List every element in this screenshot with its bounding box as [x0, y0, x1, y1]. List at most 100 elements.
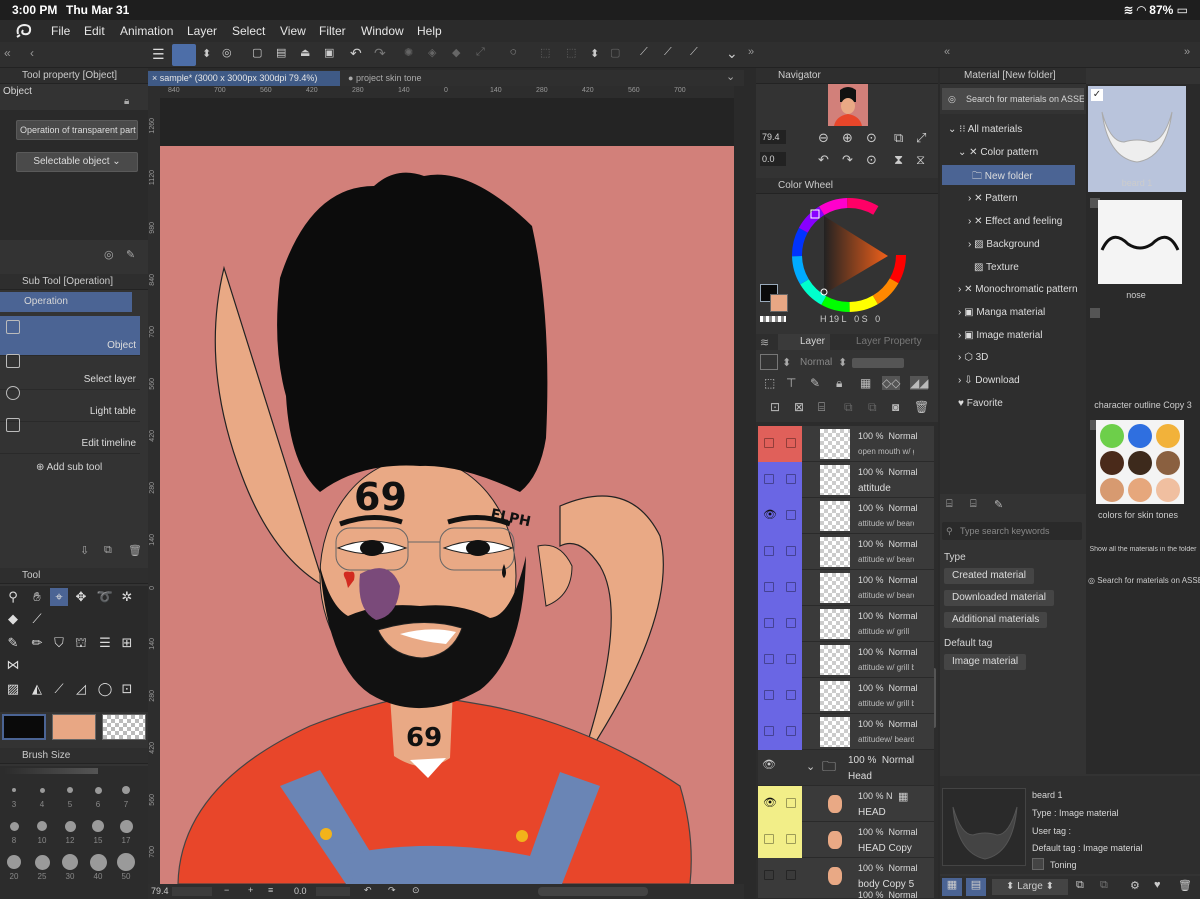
- nav-fit-width-icon[interactable]: ⤢: [916, 130, 926, 146]
- visibility-checkbox[interactable]: [764, 546, 774, 556]
- zoom-out-icon[interactable]: −: [224, 885, 229, 895]
- tile-checkbox[interactable]: [1090, 308, 1100, 318]
- rotate-slider[interactable]: [316, 887, 350, 896]
- lock-checkbox[interactable]: [786, 870, 796, 880]
- layer-row[interactable]: 100 % Normal attitude: [758, 462, 934, 498]
- special-ruler-icon[interactable]: ⟋: [664, 46, 672, 59]
- tree-new-folder-selected[interactable]: 🗀 New folder: [942, 165, 1075, 185]
- lock-checkbox[interactable]: [786, 582, 796, 592]
- tile-skin-tones[interactable]: [1096, 420, 1184, 504]
- layer-row[interactable]: 100 % Normal open mouth w/ g: [758, 426, 934, 462]
- menu-select[interactable]: Select: [232, 24, 265, 38]
- blend-icon[interactable]: ⊞: [118, 634, 136, 652]
- import-icon[interactable]: ⇩: [80, 544, 89, 557]
- lasso-icon[interactable]: ➰: [96, 588, 114, 606]
- nav-zoom-out-icon[interactable]: ⊖: [818, 130, 829, 146]
- layer-row[interactable]: 100 % Normal body Copy 5: [758, 858, 934, 894]
- zoom-icon[interactable]: ⚲: [4, 588, 22, 606]
- material-settings-icon[interactable]: ⚙︎: [1130, 879, 1140, 892]
- color-icon[interactable]: ◇◇: [882, 376, 901, 390]
- nav-reset-icon[interactable]: ⊙: [866, 152, 877, 168]
- delete-layer-icon[interactable]: 🗑︎: [914, 400, 929, 414]
- brush-size-preset[interactable]: [39, 787, 45, 793]
- clear-icon[interactable]: ✺: [404, 46, 413, 59]
- menu-file[interactable]: File: [51, 24, 70, 38]
- brush-icon[interactable]: ⛉: [50, 634, 68, 652]
- blend-stepper-icon[interactable]: ⬍: [838, 356, 847, 369]
- collapse-right-icon[interactable]: «: [944, 46, 950, 58]
- redo-icon[interactable]: ↷: [374, 45, 386, 62]
- visibility-checkbox[interactable]: [764, 690, 774, 700]
- menu-icon[interactable]: ☰: [152, 46, 165, 63]
- sub-tool-group-operation[interactable]: Operation: [0, 292, 132, 312]
- tile-nose[interactable]: [1098, 200, 1182, 284]
- lock-transparency-icon[interactable]: ▦: [860, 376, 871, 390]
- doc-tab-sample[interactable]: × sample* (3000 x 3000px 300dpi 79.4%): [148, 71, 340, 86]
- navigator-angle-field[interactable]: 0.0: [760, 152, 786, 166]
- tree-color-pattern[interactable]: ⌄ ✕ Color pattern: [958, 147, 1038, 158]
- artwork-canvas[interactable]: 69 69 ELPH: [160, 146, 734, 884]
- folder-chevron-icon[interactable]: ⌄: [806, 760, 815, 773]
- eyedropper-icon[interactable]: ⟋: [28, 610, 46, 628]
- lock-checkbox[interactable]: [786, 618, 796, 628]
- layer-row[interactable]: 100 % Normal attitude w/ grill b: [758, 678, 934, 714]
- lock-layer-icon[interactable]: 🔒︎: [836, 376, 842, 391]
- brush-size-preset[interactable]: [7, 855, 21, 869]
- chevron-down-icon[interactable]: ⌄: [726, 45, 738, 62]
- nav-actual-size-icon[interactable]: ⊙: [866, 130, 877, 146]
- menu-filter[interactable]: Filter: [319, 24, 346, 38]
- brush-size-preset[interactable]: [9, 821, 19, 831]
- eye-icon[interactable]: 👁︎: [763, 508, 777, 521]
- material-trash-icon[interactable]: 🗑︎: [1178, 879, 1192, 892]
- duplicate-icon[interactable]: ⧉: [104, 544, 112, 557]
- replace-material-icon[interactable]: ⧉: [1100, 879, 1108, 892]
- tree-pattern[interactable]: › ✕ Pattern: [968, 193, 1018, 204]
- lock-checkbox[interactable]: [786, 510, 796, 520]
- brush-size-preset[interactable]: [119, 819, 133, 833]
- layer-folder-head[interactable]: 👁︎ ⌄ 🗀 100 % Normal Head: [758, 750, 934, 786]
- blend-mode-select[interactable]: Normal: [800, 357, 832, 368]
- stepper-small-icon[interactable]: ⬍: [782, 356, 791, 369]
- transparent-color-swatch[interactable]: [102, 714, 146, 740]
- toning-checkbox[interactable]: [1032, 858, 1044, 870]
- brush-size-preset[interactable]: [37, 821, 47, 831]
- zoom-value[interactable]: 79.4: [151, 886, 169, 896]
- pen-ruler-icon[interactable]: ⟋: [690, 46, 698, 59]
- lasso-fill-icon[interactable]: ◎: [222, 46, 232, 59]
- layer-row[interactable]: 100 % Normal attitude w/ grill: [758, 606, 934, 642]
- lock-checkbox[interactable]: [786, 798, 796, 808]
- horizontal-scrollbar[interactable]: [538, 887, 648, 896]
- tree-image-material[interactable]: › ▣ Image material: [958, 330, 1042, 341]
- mask-icon[interactable]: ◙: [892, 400, 899, 414]
- layer-row[interactable]: 100 % Normal attitudew/ beard: [758, 714, 934, 750]
- image-material-tag-button[interactable]: Image material: [944, 654, 1027, 670]
- search-assets-button[interactable]: ◎ Search for materials on ASSETS: [942, 88, 1084, 110]
- color2-icon[interactable]: ◢◢: [910, 376, 929, 390]
- visibility-checkbox[interactable]: [764, 654, 774, 664]
- layer-mask-toggle[interactable]: [760, 354, 778, 370]
- tree-monochromatic-pattern[interactable]: › ✕ Monochromatic pattern: [958, 284, 1078, 295]
- menu-view[interactable]: View: [280, 24, 306, 38]
- paste-material-icon[interactable]: ⧉: [1076, 879, 1084, 892]
- lock-icon[interactable]: 🔒︎: [124, 96, 129, 107]
- layer-row[interactable]: 👁︎ 100 % Normal attitude w/ beard: [758, 498, 934, 534]
- created-material-button[interactable]: Created material: [944, 568, 1034, 584]
- stepper-icon[interactable]: ⬍: [202, 47, 211, 60]
- undo-icon[interactable]: ↶: [350, 45, 362, 62]
- pen-icon[interactable]: ✎: [4, 634, 22, 652]
- sub-color-swatch[interactable]: [52, 714, 96, 740]
- lock-checkbox[interactable]: [786, 834, 796, 844]
- tree-download[interactable]: › ⇩ Download: [958, 375, 1020, 386]
- trash-icon[interactable]: 🗑︎: [128, 544, 142, 557]
- tab-layer-property[interactable]: Layer Property: [834, 334, 922, 350]
- lock-checkbox[interactable]: [786, 690, 796, 700]
- heart-icon[interactable]: ♥: [1154, 879, 1161, 891]
- airbrush-icon[interactable]: ⛫: [72, 634, 90, 652]
- lock-checkbox[interactable]: [786, 654, 796, 664]
- fill-bucket-icon[interactable]: ◭: [28, 680, 46, 698]
- menu-help[interactable]: Help: [417, 24, 442, 38]
- menu-edit[interactable]: Edit: [84, 24, 105, 38]
- brush-size-preset[interactable]: [94, 786, 102, 794]
- clip-icon[interactable]: ⬚: [764, 376, 775, 390]
- brush-size-preset[interactable]: [62, 854, 78, 870]
